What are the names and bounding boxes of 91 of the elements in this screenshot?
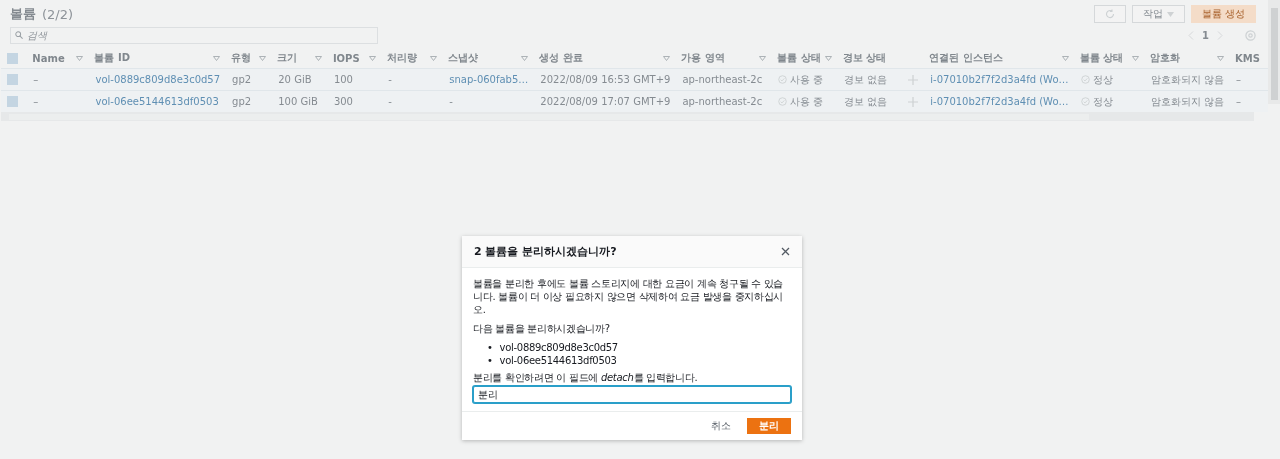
warning-text: 볼륨을 분리한 후에도 볼륨 스토리지에 대한 요금이 계속 청구될 수 있습니다. 볼륨이 더 이상 필요하지 않으면 삭제하여 요금 발생을 중지하십시오. [473, 277, 785, 316]
table-cell: 2022/08/09 16:53 GMT+9 [540, 74, 671, 85]
sort-icon[interactable] [430, 55, 438, 61]
volume-link[interactable]: i-07010b2f7f2d3a4fd (Wo… [930, 96, 1069, 107]
search-field[interactable]: 검색 [10, 27, 378, 44]
table-cell: - [388, 74, 392, 85]
row-checkbox[interactable] [7, 96, 18, 108]
volume-id: vol-06ee5144613df0503 [499, 354, 617, 367]
table-cell: – [33, 74, 39, 85]
column-header[interactable]: 생성 완료 [539, 51, 583, 65]
selection-count: (2/2) [42, 6, 74, 22]
check-circle-icon [1080, 97, 1090, 106]
column-header[interactable]: 경보 상태 [842, 51, 887, 65]
volume-link[interactable]: snap-060fab5… [449, 74, 529, 85]
sort-icon[interactable] [759, 55, 767, 61]
cancel-button[interactable]: 취소 [711, 419, 731, 433]
table-cell: ap-northeast-2c [682, 74, 763, 85]
table-cell: - [449, 96, 453, 107]
column-header[interactable]: 암호화 [1149, 51, 1180, 65]
row-checkbox[interactable] [7, 74, 18, 86]
column-header[interactable]: 연결된 인스턴스 [929, 51, 1003, 65]
volume-link[interactable]: vol-06ee5144613df0503 [95, 96, 219, 107]
table-cell: gp2 [232, 96, 252, 107]
column-header[interactable]: IOPS [332, 52, 360, 64]
status-text: 정상 [1092, 72, 1113, 87]
sort-icon[interactable] [521, 55, 529, 61]
column-header[interactable]: 스냅샷 [448, 51, 479, 65]
table-cell: – [33, 96, 39, 107]
column-header[interactable]: 크기 [277, 51, 298, 65]
sort-icon[interactable] [824, 55, 832, 61]
column-header[interactable]: 볼륨 상태 [777, 51, 821, 65]
create-volume-button[interactable]: 볼륨 생성 [1190, 5, 1256, 23]
sort-icon[interactable] [663, 55, 671, 61]
table-cell: - [388, 96, 392, 107]
column-header[interactable]: KMS [1235, 52, 1260, 64]
confirm-instruction: 분리를 확인하려면 이 필드에 detach를 입력합니다. [473, 371, 699, 384]
caret-icon [1166, 11, 1174, 17]
check-circle-icon [1080, 75, 1090, 84]
page-title: 볼륨 [10, 5, 36, 23]
search-icon [15, 31, 23, 39]
table-cell: – [1236, 96, 1242, 107]
refresh-button[interactable] [1093, 5, 1126, 23]
table-cell: 20 GiB [278, 74, 312, 85]
column-header[interactable]: Name [32, 52, 65, 64]
actions-button[interactable]: 작업 [1131, 5, 1185, 23]
page-number[interactable]: 1 [1202, 30, 1209, 41]
volume-id: vol-0889c809d8e3c0d57 [499, 341, 618, 354]
table-cell: 300 [333, 96, 353, 107]
sort-icon[interactable] [259, 55, 267, 61]
alarm-status: 경보 없음 [843, 72, 887, 87]
bullet: • [487, 341, 493, 354]
refresh-icon [1104, 9, 1115, 19]
volume-link[interactable]: vol-0889c809d8e3c0d57 [95, 74, 221, 85]
table-cell: 100 GiB [278, 96, 318, 107]
column-header[interactable]: 볼륨 상태 [1079, 51, 1123, 65]
table-cell: 2022/08/09 17:07 GMT+9 [540, 96, 671, 107]
bullet: • [487, 354, 493, 367]
alarm-status: 경보 없음 [843, 94, 887, 109]
column-header[interactable]: 처리량 [387, 51, 418, 65]
table-cell: 암호화되지 않음 [1150, 73, 1225, 85]
plus-icon[interactable] [908, 74, 919, 85]
status-text: 정상 [1092, 94, 1113, 109]
column-header[interactable]: 유형 [231, 51, 252, 65]
volume-link[interactable]: i-07010b2f7f2d3a4fd (Wo… [930, 74, 1069, 85]
column-header[interactable]: 볼륨 ID [94, 51, 130, 65]
sort-icon[interactable] [369, 55, 377, 61]
table-cell: 100 [333, 74, 353, 85]
table-cell: gp2 [232, 74, 252, 85]
dialog-title: 2 볼륨을 분리하시겠습니까? [474, 244, 617, 259]
select-all-checkbox[interactable] [7, 52, 18, 64]
table-cell: ap-northeast-2c [682, 96, 763, 107]
sort-icon[interactable] [314, 55, 322, 61]
status-text: 사용 중 [790, 72, 824, 87]
detach-button[interactable]: 분리 [747, 418, 791, 434]
check-circle-icon [778, 75, 788, 84]
table-cell: 암호화되지 않음 [1150, 95, 1225, 107]
check-circle-icon [778, 97, 788, 106]
sort-icon[interactable] [1217, 55, 1225, 61]
close-button[interactable] [781, 247, 790, 256]
sort-icon[interactable] [213, 55, 221, 61]
status-text: 사용 중 [790, 94, 824, 109]
confirm-input-field[interactable]: 분리 [473, 386, 791, 403]
column-header[interactable]: 가용 영역 [681, 51, 725, 65]
settings-icon[interactable] [1245, 30, 1256, 41]
sort-icon[interactable] [76, 55, 84, 61]
table-cell: – [1236, 74, 1242, 85]
sort-icon[interactable] [1131, 55, 1139, 61]
vertical-scrollbar[interactable] [1268, 0, 1280, 104]
question-text: 다음 볼륨을 분리하시겠습니까? [473, 322, 611, 335]
plus-icon[interactable] [908, 96, 919, 107]
sort-icon[interactable] [1061, 55, 1069, 61]
